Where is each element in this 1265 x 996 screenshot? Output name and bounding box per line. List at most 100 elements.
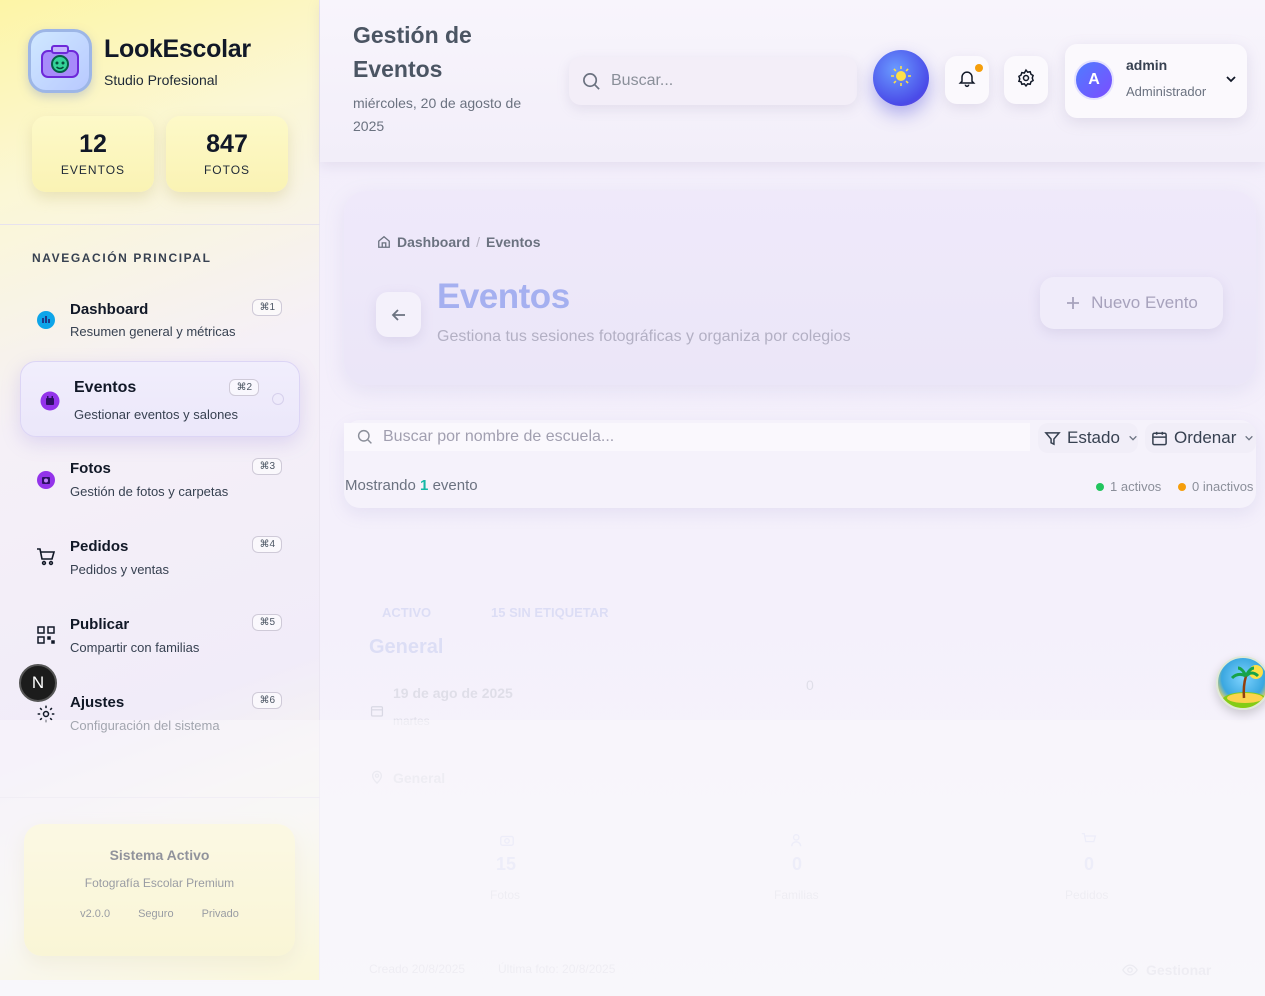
event-weekday: martes [393,714,430,728]
next-dev-badge[interactable]: N [19,664,57,702]
chevron-down-icon [1225,72,1237,90]
breadcrumb-eventos: Eventos [486,234,541,250]
arrow-left-icon [390,306,408,324]
brand[interactable]: LookEscolar Studio Profesional [28,29,251,93]
camera-icon [499,832,515,853]
settings-button[interactable] [1004,56,1048,104]
sidebar-item-dashboard[interactable]: Dashboard Resumen general y métricas ⌘1 [20,282,300,358]
stat-label: EVENTOS [60,163,126,177]
event-date: 19 de ago de 2025 [393,685,513,701]
avatar: A [1074,60,1114,100]
stat-card-fotos: 847 FOTOS [166,116,288,192]
shortcut-badge: ⌘1 [252,299,282,316]
breadcrumb-dashboard[interactable]: Dashboard [397,234,470,250]
eye-icon [1122,964,1138,976]
orders-label: Pedidos [1065,888,1109,902]
bell-icon [957,68,977,93]
stat-value: 12 [79,130,107,158]
stat-value: 847 [206,130,248,158]
secure-tag: Seguro [138,908,174,920]
back-button[interactable] [376,292,421,337]
sidebar-item-eventos[interactable]: Eventos Gestionar eventos y salones ⌘2 [20,361,300,437]
theme-toggle-button[interactable] [873,50,929,106]
cart-icon [1081,832,1097,853]
camera-logo-icon [28,29,92,93]
divider [0,797,320,798]
new-event-button[interactable]: Nuevo Evento [1040,277,1223,329]
orders-count: 0 [1084,854,1095,874]
brand-subtitle: Studio Profesional [104,71,218,88]
sidebar-item-ajustes[interactable]: Ajustes Configuración del sistema ⌘6 [20,674,300,750]
users-icon [790,832,806,853]
results-number: 1 [420,477,429,494]
school-search-field[interactable]: Buscar por nombre de escuela... [344,423,1030,451]
event-card[interactable]: ACTIVO 15 SIN ETIQUETAR General 19 de ag… [344,580,1256,996]
ordenar-dropdown[interactable]: Ordenar [1145,423,1256,453]
ordenar-label: Ordenar [1174,428,1237,447]
new-event-label: Nuevo Evento [1091,293,1198,312]
search-icon [357,429,373,445]
camera-icon [36,470,56,490]
school-search-input[interactable]: Buscar por nombre de escuela... [383,428,614,446]
shortcut-badge: ⌘3 [252,458,282,475]
manage-button[interactable]: Gestionar [1122,962,1211,978]
active-indicator-icon [272,393,284,405]
user-menu[interactable]: A admin Administrador [1065,44,1247,118]
shortcut-badge: ⌘2 [229,379,259,396]
shortcut-badge: ⌘5 [252,614,282,631]
home-icon [377,235,391,249]
photos-count: 15 [496,854,517,874]
island-avatar-button[interactable] [1216,656,1265,710]
system-title: Sistema Activo [109,847,210,863]
inactive-dot [1178,482,1186,491]
manage-label: Gestionar [1146,962,1212,978]
results-suffix: evento [432,477,478,494]
sidebar-item-pedidos[interactable]: Pedidos Pedidos y ventas ⌘4 [20,518,300,594]
hero-title: Eventos [437,277,570,316]
breadcrumb: Dashboard / Eventos [377,234,540,250]
sidebar-item-fotos[interactable]: Fotos Gestión de fotos y carpetas ⌘3 [20,440,300,516]
sidebar-item-publicar[interactable]: Publicar Compartir con familias ⌘5 [20,596,300,672]
calendar-icon [40,391,60,411]
shortcut-badge: ⌘4 [252,536,282,553]
sidebar-item-desc: Pedidos y ventas [70,562,170,577]
sidebar-item-label: Fotos [70,460,111,477]
event-name: General [369,636,444,658]
page-date: miércoles, 20 de agosto de 2025 [353,95,522,134]
estado-dropdown[interactable]: Estado [1038,423,1138,453]
global-search[interactable]: Buscar... [569,57,857,105]
sun-icon [890,65,912,92]
dashboard-icon [36,310,56,330]
sidebar-item-label: Publicar [70,616,130,633]
sidebar-item-desc: Configuración del sistema [70,718,220,733]
estado-label: Estado [1067,428,1120,447]
sidebar-item-desc: Gestión de fotos y carpetas [70,484,229,499]
notifications-button[interactable] [945,56,989,104]
events-hero: Dashboard / Eventos Eventos Gestiona tus… [344,191,1256,385]
search-input[interactable]: Buscar... [611,72,673,90]
active-dot [1096,482,1104,491]
divider [0,224,320,225]
inactive-count: 0 inactivos [1178,479,1253,494]
event-count: 0 [806,677,814,693]
plus-icon [1065,295,1081,311]
hero-subtitle: Gestiona tus sesiones fotográficas y org… [437,328,851,345]
chevron-down-icon [1128,433,1138,443]
results-prefix: Mostrando [345,477,416,494]
families-count: 0 [792,854,803,874]
calendar-icon [1151,430,1168,447]
active-count: 1 activos [1096,479,1161,494]
user-role: Administrador [1126,84,1207,99]
sidebar-item-label: Eventos [74,379,137,396]
palm-island-icon [1221,665,1265,708]
results-count: Mostrando 1 evento [345,477,478,494]
sidebar-item-desc: Resumen general y métricas [70,324,236,339]
user-name: admin [1126,57,1168,73]
photos-label: Fotos [490,888,521,902]
last-photo-date: Última foto: 20/8/2025 [498,962,616,976]
private-tag: Privado [201,908,239,920]
chevron-down-icon [1244,433,1254,443]
cart-icon [36,547,56,567]
status-badge: ACTIVO [382,605,432,620]
system-status-card: Sistema Activo Fotografía Escolar Premiu… [24,824,295,956]
